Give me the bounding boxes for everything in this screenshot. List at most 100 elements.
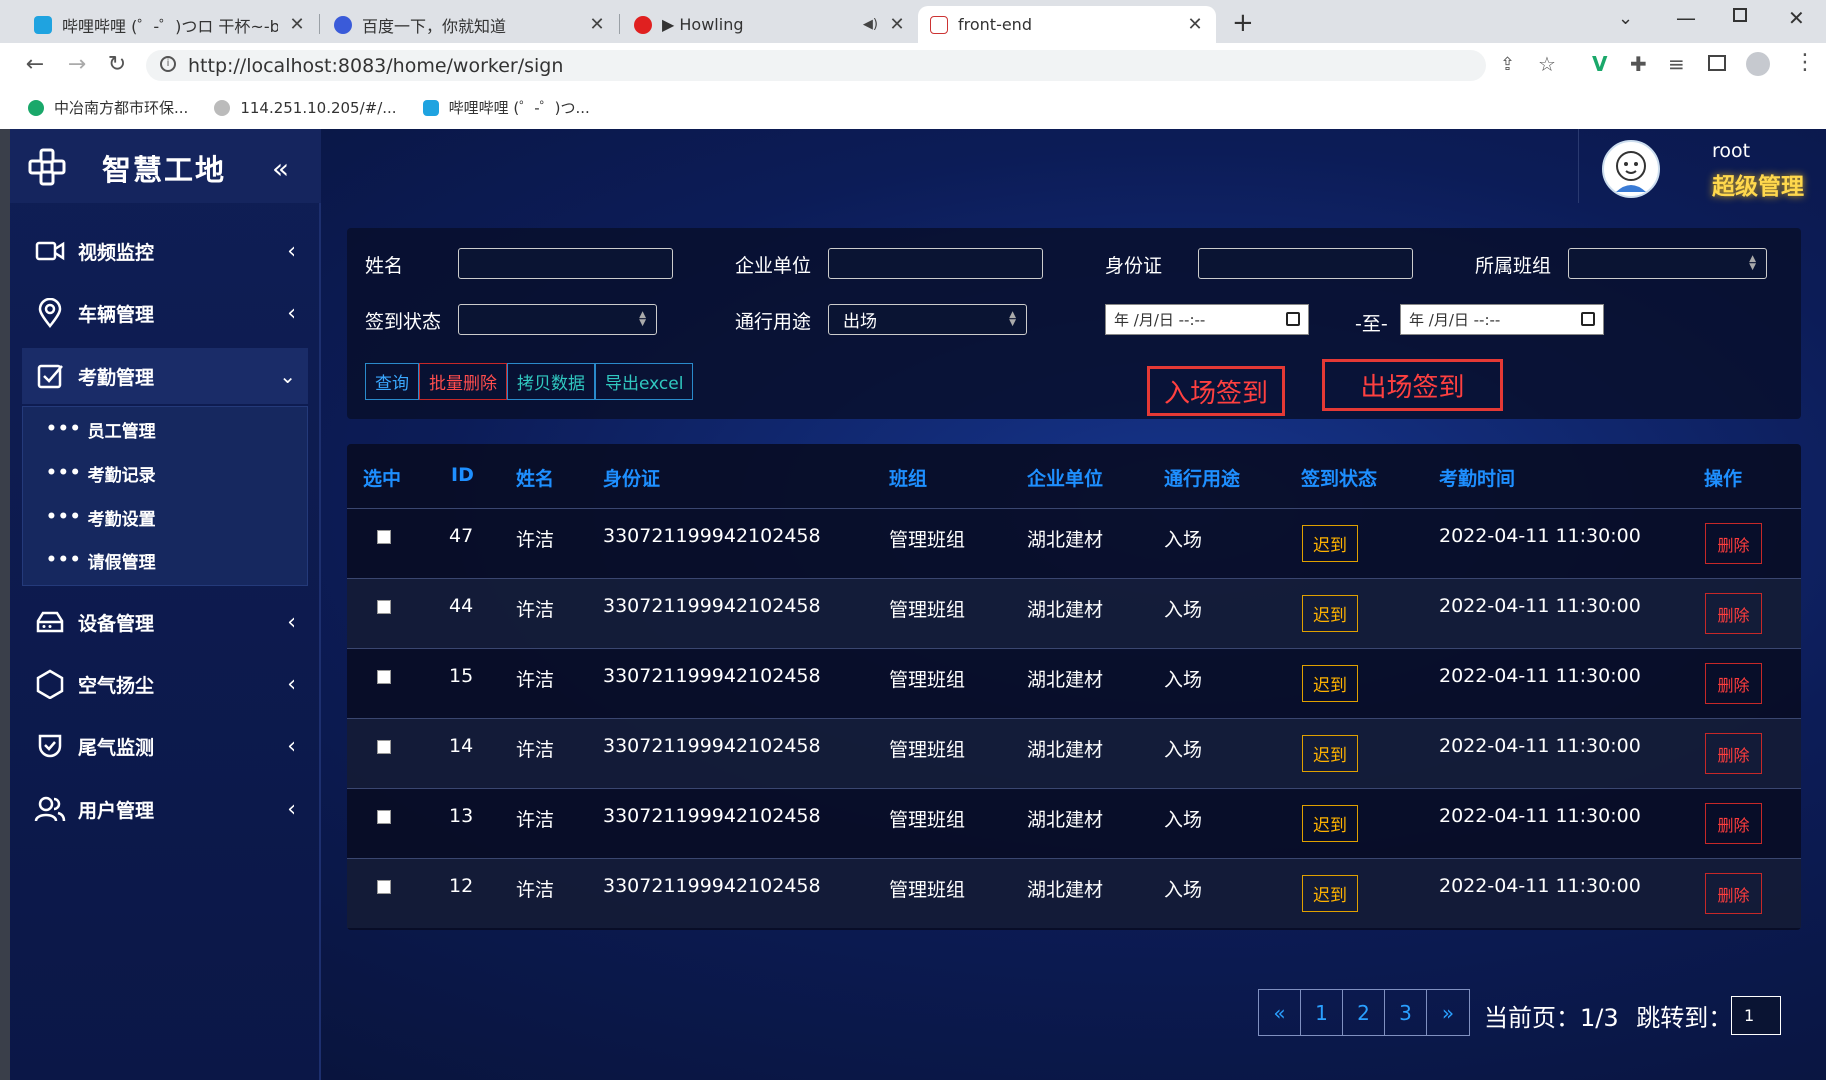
speaker-icon[interactable]: ◀) [863,17,878,32]
delete-row-button[interactable]: 删除 [1705,523,1762,564]
delete-row-button[interactable]: 删除 [1705,733,1762,774]
purpose-label: 通行用途 [735,311,812,333]
batch-delete-button[interactable]: 批量删除 [419,363,507,400]
kebab-menu-icon[interactable]: ⋮ [1794,50,1816,75]
forward-arrow-icon[interactable]: → [64,52,90,77]
calendar-icon[interactable] [1286,312,1300,326]
sidebar-item-exhaust[interactable]: 尾气监测 ‹ [22,718,308,774]
browser-tab-frontend[interactable]: front-end ✕ [918,6,1216,43]
media-icon[interactable]: ≡ [1668,52,1685,76]
sidebar-item-video[interactable]: 视频监控 ‹ [22,223,308,279]
page-3-button[interactable]: 3 [1385,990,1427,1035]
delete-row-button[interactable]: 删除 [1705,803,1762,844]
close-icon[interactable]: ✕ [888,14,906,35]
profile-icon[interactable] [1746,52,1770,76]
cell-time: 2022-04-11 11:30:00 [1439,665,1641,687]
info-icon[interactable]: i [160,56,176,72]
star-icon[interactable]: ☆ [1538,52,1556,76]
minimize-button[interactable]: — [1676,6,1696,30]
sidepanel-icon[interactable] [1708,55,1726,71]
row-checkbox[interactable] [377,810,391,824]
cell-idcard: 330721199942102458 [603,875,821,897]
submenu-item-settings[interactable]: ••• 考勤设置 [46,497,156,537]
new-tab-button[interactable]: + [1232,8,1254,38]
close-icon[interactable]: ✕ [1186,14,1204,35]
bookmark-item[interactable]: 114.251.10.205/#/... [214,99,397,117]
company-input[interactable] [828,248,1043,279]
close-icon[interactable]: ✕ [288,14,306,35]
delete-row-button[interactable]: 删除 [1705,873,1762,914]
row-checkbox[interactable] [377,530,391,544]
start-datetime-input[interactable]: 年 /月/日 --:-- [1105,304,1309,335]
row-checkbox[interactable] [377,880,391,894]
share-icon[interactable]: ⇪ [1500,54,1515,75]
avatar[interactable] [1602,140,1660,198]
name-input[interactable] [458,248,673,279]
page-info: 当前页：1/3 跳转到： [1484,1004,1733,1032]
collapse-sidebar-button[interactable]: « [272,152,289,185]
select-arrows-icon: ▲ ▼ [1009,310,1016,328]
select-arrows-icon: ▲ ▼ [1749,254,1756,272]
bookmark-item[interactable]: 中冶南方都市环保... [28,97,188,118]
submenu-item-leave[interactable]: ••• 请假管理 [46,540,156,580]
submenu-item-staff[interactable]: ••• 员工管理 [46,409,156,449]
sidebar-item-air[interactable]: 空气扬尘 ‹ [22,656,308,712]
query-button[interactable]: 查询 [365,363,419,400]
cell-name: 许洁 [516,599,555,621]
export-excel-button[interactable]: 导出excel [595,363,694,400]
cell-name: 许洁 [516,669,555,691]
checkbox-icon [34,360,66,392]
delete-row-button[interactable]: 删除 [1705,663,1762,704]
dots-icon: ••• [46,507,82,527]
copy-data-button[interactable]: 拷贝数据 [507,363,595,400]
calendar-icon[interactable] [1581,312,1595,326]
row-checkbox[interactable] [377,600,391,614]
chevron-down-icon[interactable]: ⌄ [1618,8,1633,29]
close-icon[interactable]: ✕ [588,14,606,35]
status-select[interactable]: ▲ ▼ [458,304,657,335]
bookmark-item[interactable]: 哔哩哔哩 (゜-゜)つ... [422,97,590,118]
page-icon [930,15,948,34]
purpose-select[interactable]: 出场 ▲ ▼ [828,304,1027,335]
col-header-name: 姓名 [516,468,555,490]
browser-tab-music[interactable]: ▶ Howling ◀) ✕ [622,6,918,43]
date-separator: -至- [1355,313,1388,335]
cell-time: 2022-04-11 11:30:00 [1439,805,1641,827]
idcard-input[interactable] [1198,248,1413,279]
prev-page-button[interactable]: « [1259,990,1301,1035]
sidebar-item-users[interactable]: 用户管理 ‹ [22,781,308,837]
url-input[interactable]: i http://localhost:8083/home/worker/sign [146,50,1486,81]
row-checkbox[interactable] [377,740,391,754]
bilibili-icon [34,15,52,34]
page-1-button[interactable]: 1 [1301,990,1343,1035]
jump-page-input[interactable]: 1 [1731,996,1781,1035]
checkin-in-button[interactable]: 入场签到 [1147,366,1285,416]
submenu-item-records[interactable]: ••• 考勤记录 [46,453,156,493]
maximize-button[interactable] [1733,8,1747,22]
delete-row-button[interactable]: 删除 [1705,593,1762,634]
window-edge [0,129,10,1080]
end-datetime-input[interactable]: 年 /月/日 --:-- [1400,304,1604,335]
location-pin-icon [34,297,66,329]
reload-icon[interactable]: ↻ [104,52,130,77]
browser-tab-baidu[interactable]: 百度一下，你就知道 ✕ [322,6,618,43]
cell-company: 湖北建材 [1027,529,1104,551]
vue-devtools-icon[interactable]: V [1592,52,1607,76]
browser-tab-bilibili[interactable]: 哔哩哔哩 (゜-゜)つロ 干杯~-bilil ✕ [22,6,318,43]
next-page-button[interactable]: » [1427,990,1469,1035]
cell-purpose: 入场 [1164,529,1203,551]
chevron-down-icon: ⌄ [279,364,296,388]
extensions-icon[interactable]: ✚ [1630,52,1647,76]
cell-team: 管理班组 [889,739,966,761]
col-header-action: 操作 [1704,468,1743,490]
back-arrow-icon[interactable]: ← [22,52,48,77]
page-2-button[interactable]: 2 [1343,990,1385,1035]
sidebar-item-device[interactable]: 设备管理 ‹ [22,594,308,650]
checkin-out-button[interactable]: 出场签到 [1322,359,1503,411]
team-select[interactable]: ▲ ▼ [1568,248,1767,279]
sidebar-item-vehicle[interactable]: 车辆管理 ‹ [22,285,308,341]
sidebar-item-attendance[interactable]: 考勤管理 ⌄ [22,348,308,404]
window-close-button[interactable]: ✕ [1788,6,1805,30]
row-checkbox[interactable] [377,670,391,684]
shield-check-icon [34,730,66,762]
